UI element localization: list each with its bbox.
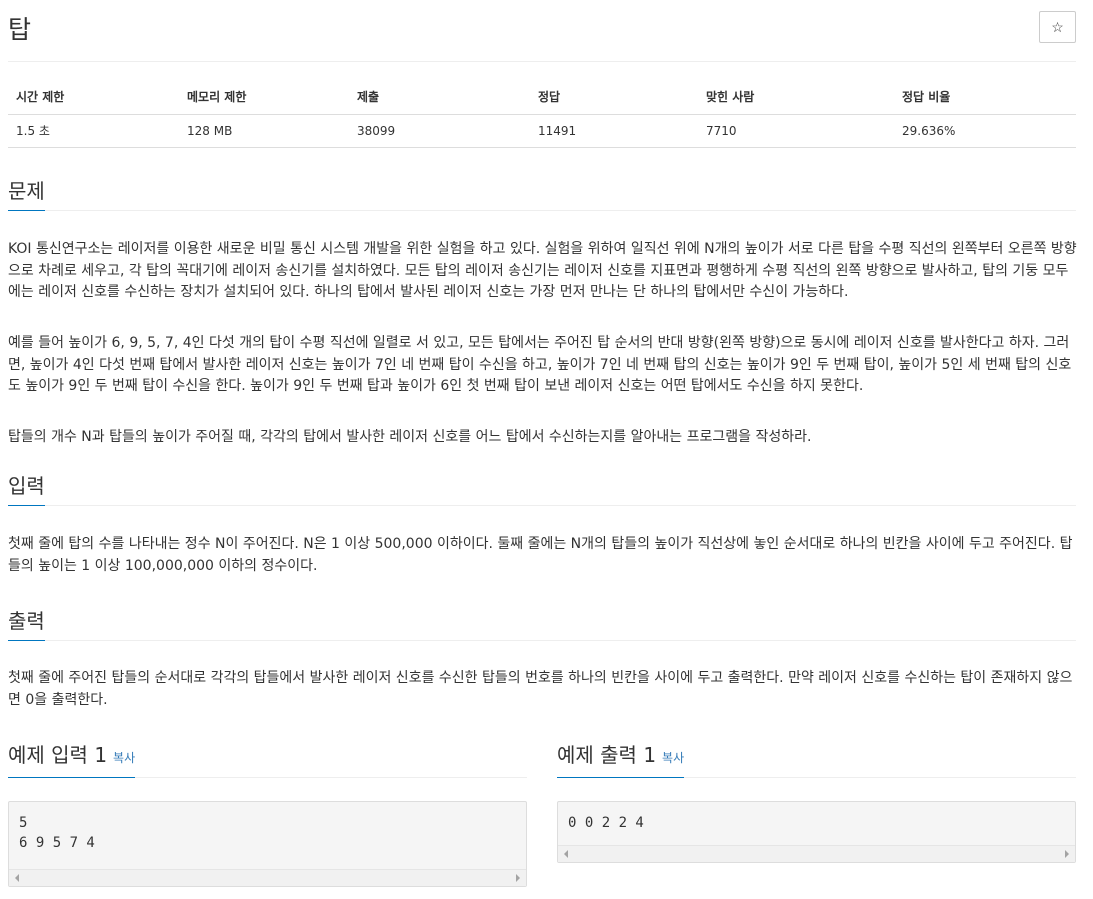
- output-section-header: 출력: [8, 607, 1076, 641]
- scroll-left-icon[interactable]: [15, 874, 19, 882]
- horizontal-scrollbar[interactable]: [9, 869, 526, 886]
- star-button[interactable]: ☆: [1039, 11, 1076, 43]
- problem-info-table: 시간 제한 메모리 제한 제출 정답 맞힌 사람 정답 비율 1.5 초 128…: [8, 80, 1076, 148]
- sample-output-box[interactable]: 0 0 2 2 4: [557, 801, 1076, 863]
- page-title: 탑: [8, 15, 32, 44]
- copy-sample-output-button[interactable]: 복사: [662, 751, 684, 765]
- table-cell: 128 MB: [179, 114, 349, 148]
- title-divider: [8, 61, 1076, 62]
- table-cell: 1.5 초: [8, 114, 179, 148]
- table-header: 맞힌 사람: [698, 80, 894, 115]
- input-description: 첫째 줄에 탑의 수를 나타내는 정수 N이 주어진다. N은 1 이상 500…: [8, 536, 1073, 574]
- output-description: 첫째 줄에 주어진 탑들의 순서대로 각각의 탑들에서 발사한 레이저 신호를 …: [8, 670, 1073, 708]
- scroll-right-icon[interactable]: [516, 874, 520, 882]
- table-cell: 38099: [349, 114, 530, 148]
- table-header: 시간 제한: [8, 80, 179, 115]
- sample-input-title: 예제 입력 1 복사: [8, 742, 136, 778]
- sample-output-title: 예제 출력 1 복사: [557, 742, 685, 778]
- table-cell: 7710: [698, 114, 894, 148]
- horizontal-scrollbar[interactable]: [558, 845, 1075, 862]
- problem-section-title: 문제: [8, 178, 45, 211]
- star-icon: ☆: [1051, 18, 1064, 35]
- problem-description: 예를 들어 높이가 6, 9, 5, 7, 4인 다섯 개의 탑이 수평 직선에…: [8, 335, 1072, 394]
- problem-description: 탑들의 개수 N과 탑들의 높이가 주어질 때, 각각의 탑에서 발사한 레이저…: [8, 429, 812, 445]
- problem-description: KOI 통신연구소는 레이저를 이용한 새로운 비밀 통신 시스템 개발을 위한…: [8, 241, 1077, 300]
- table-header-row: 시간 제한 메모리 제한 제출 정답 맞힌 사람 정답 비율: [8, 80, 1076, 115]
- sample-output-content: 0 0 2 2 4: [568, 815, 644, 831]
- table-cell: 29.636%: [894, 114, 1076, 148]
- copy-sample-input-button[interactable]: 복사: [113, 751, 135, 765]
- input-section-title: 입력: [8, 473, 45, 506]
- output-section-title: 출력: [8, 608, 45, 641]
- table-header: 제출: [349, 80, 530, 115]
- problem-section-header: 문제: [8, 177, 1076, 211]
- table-row: 1.5 초 128 MB 38099 11491 7710 29.636%: [8, 114, 1076, 148]
- table-header: 메모리 제한: [179, 80, 349, 115]
- sample-output-title-text: 예제 출력 1: [557, 743, 657, 767]
- scroll-left-icon[interactable]: [564, 850, 568, 858]
- table-cell: 11491: [530, 114, 698, 148]
- sample-input-title-text: 예제 입력 1: [8, 743, 108, 767]
- sample-input-header: 예제 입력 1 복사: [8, 742, 527, 778]
- sample-input-box[interactable]: 5 6 9 5 7 4: [8, 801, 527, 887]
- input-section-header: 입력: [8, 472, 1076, 506]
- sample-output-header: 예제 출력 1 복사: [557, 742, 1076, 778]
- scroll-right-icon[interactable]: [1065, 850, 1069, 858]
- sample-input-content: 5 6 9 5 7 4: [19, 815, 95, 851]
- table-header: 정답: [530, 80, 698, 115]
- table-header: 정답 비율: [894, 80, 1076, 115]
